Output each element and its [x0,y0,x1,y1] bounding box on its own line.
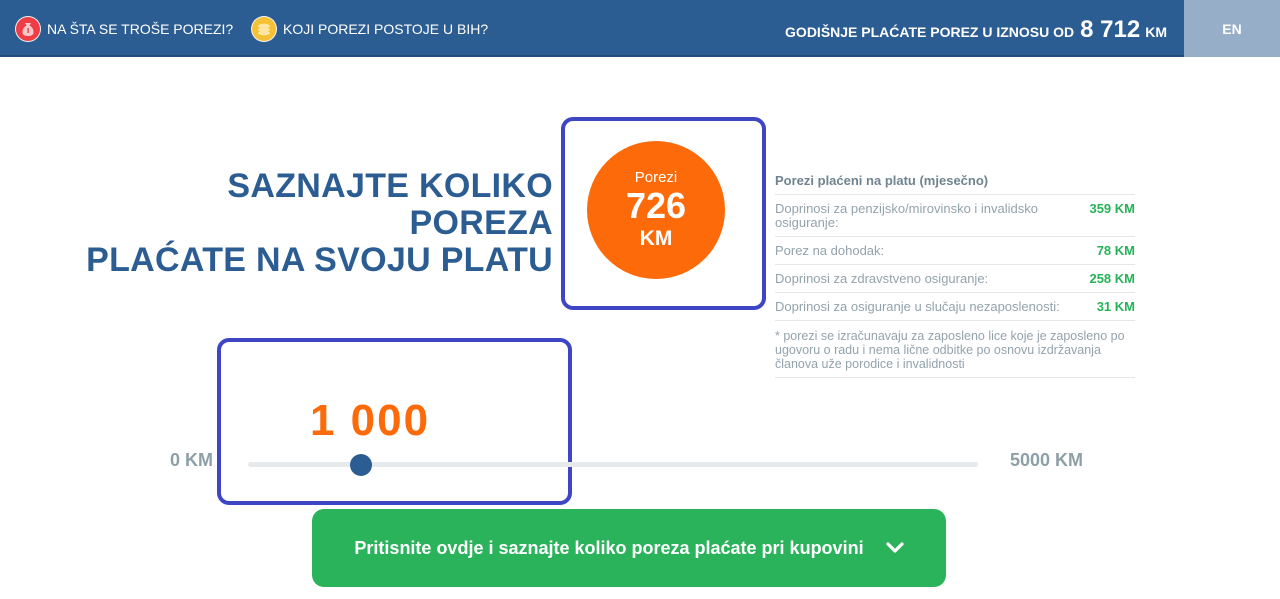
monthly-tax-value: 726 [625,185,687,226]
breakdown-row: Doprinosi za zdravstveno osiguranje: 258… [775,265,1135,293]
breakdown-title: Porezi plaćeni na platu (mjesečno) [775,173,1135,195]
slider-min-label: 0 KM [170,450,214,470]
breakdown-row-value: 258 KM [1089,271,1135,286]
salary-slider-handle[interactable] [350,454,372,476]
breakdown-row-value: 31 KM [1096,299,1135,314]
monthly-tax-label: Porezi [634,169,678,186]
breakdown-row-label: Doprinosi za zdravstveno osiguranje: [775,271,989,286]
nav-link-label: KOJI POREZI POSTOJE U BIH? [283,21,489,37]
breakdown-row-value: 359 KM [1089,201,1135,216]
monthly-tax-circle: Porezi 726 KM [587,141,725,279]
breakdown-footnote: * porezi se izračunavaju za zaposleno li… [775,321,1135,378]
breakdown-row-value: 78 KM [1096,243,1135,258]
money-bag-icon [15,16,41,42]
purchase-tax-cta-button[interactable]: Pritisnite ovdje i saznajte koliko porez… [312,509,946,587]
salary-amount-display: 1 000 [309,396,431,445]
breakdown-row-label: Doprinosi za osiguranje u slučaju nezapo… [775,299,1060,314]
nav-link-where-taxes-spent[interactable]: NA ŠTA SE TROŠE POREZI? [15,14,233,44]
top-navigation-bar: NA ŠTA SE TROŠE POREZI? KOJI POREZI POST… [0,0,1280,57]
annual-tax-prefix: GODIŠNJE PLAĆATE POREZ U IZNOSU OD [785,24,1075,40]
language-switch-button[interactable]: EN [1184,0,1280,57]
breakdown-row-label: Doprinosi za penzijsko/mirovinsko i inva… [775,201,1038,230]
breakdown-row: Doprinosi za penzijsko/mirovinsko i inva… [775,195,1135,237]
annual-tax-total: GODIŠNJE PLAĆATE POREZ U IZNOSU OD 8 712… [785,16,1167,44]
chevron-down-icon [885,542,904,554]
cta-label: Pritisnite ovdje i saznajte koliko porez… [354,537,864,558]
tax-breakdown-table: Porezi plaćeni na platu (mjesečno) Dopri… [775,173,1135,378]
nav-link-label: NA ŠTA SE TROŠE POREZI? [47,21,234,37]
coins-icon [251,16,277,42]
annual-tax-currency: KM [1145,24,1167,40]
breakdown-row: Porez na dohodak: 78 KM [775,237,1135,265]
slider-max-label: 5000 KM [1010,450,1084,470]
breakdown-row-label: Porez na dohodak: [775,243,885,258]
headline-line-2: PLAĆATE NA SVOJU PLATU [86,241,553,279]
breakdown-row: Doprinosi za osiguranje u slučaju nezapo… [775,293,1135,321]
nav-link-taxes-in-bih[interactable]: KOJI POREZI POSTOJE U BIH? [251,14,488,44]
annual-tax-amount: 8 712 [1080,16,1141,43]
page-headline: SAZNAJTE KOLIKO POREZA PLAĆATE NA SVOJU … [80,168,553,279]
monthly-tax-currency: KM [639,227,673,250]
headline-line-1: SAZNAJTE KOLIKO POREZA [227,167,553,242]
